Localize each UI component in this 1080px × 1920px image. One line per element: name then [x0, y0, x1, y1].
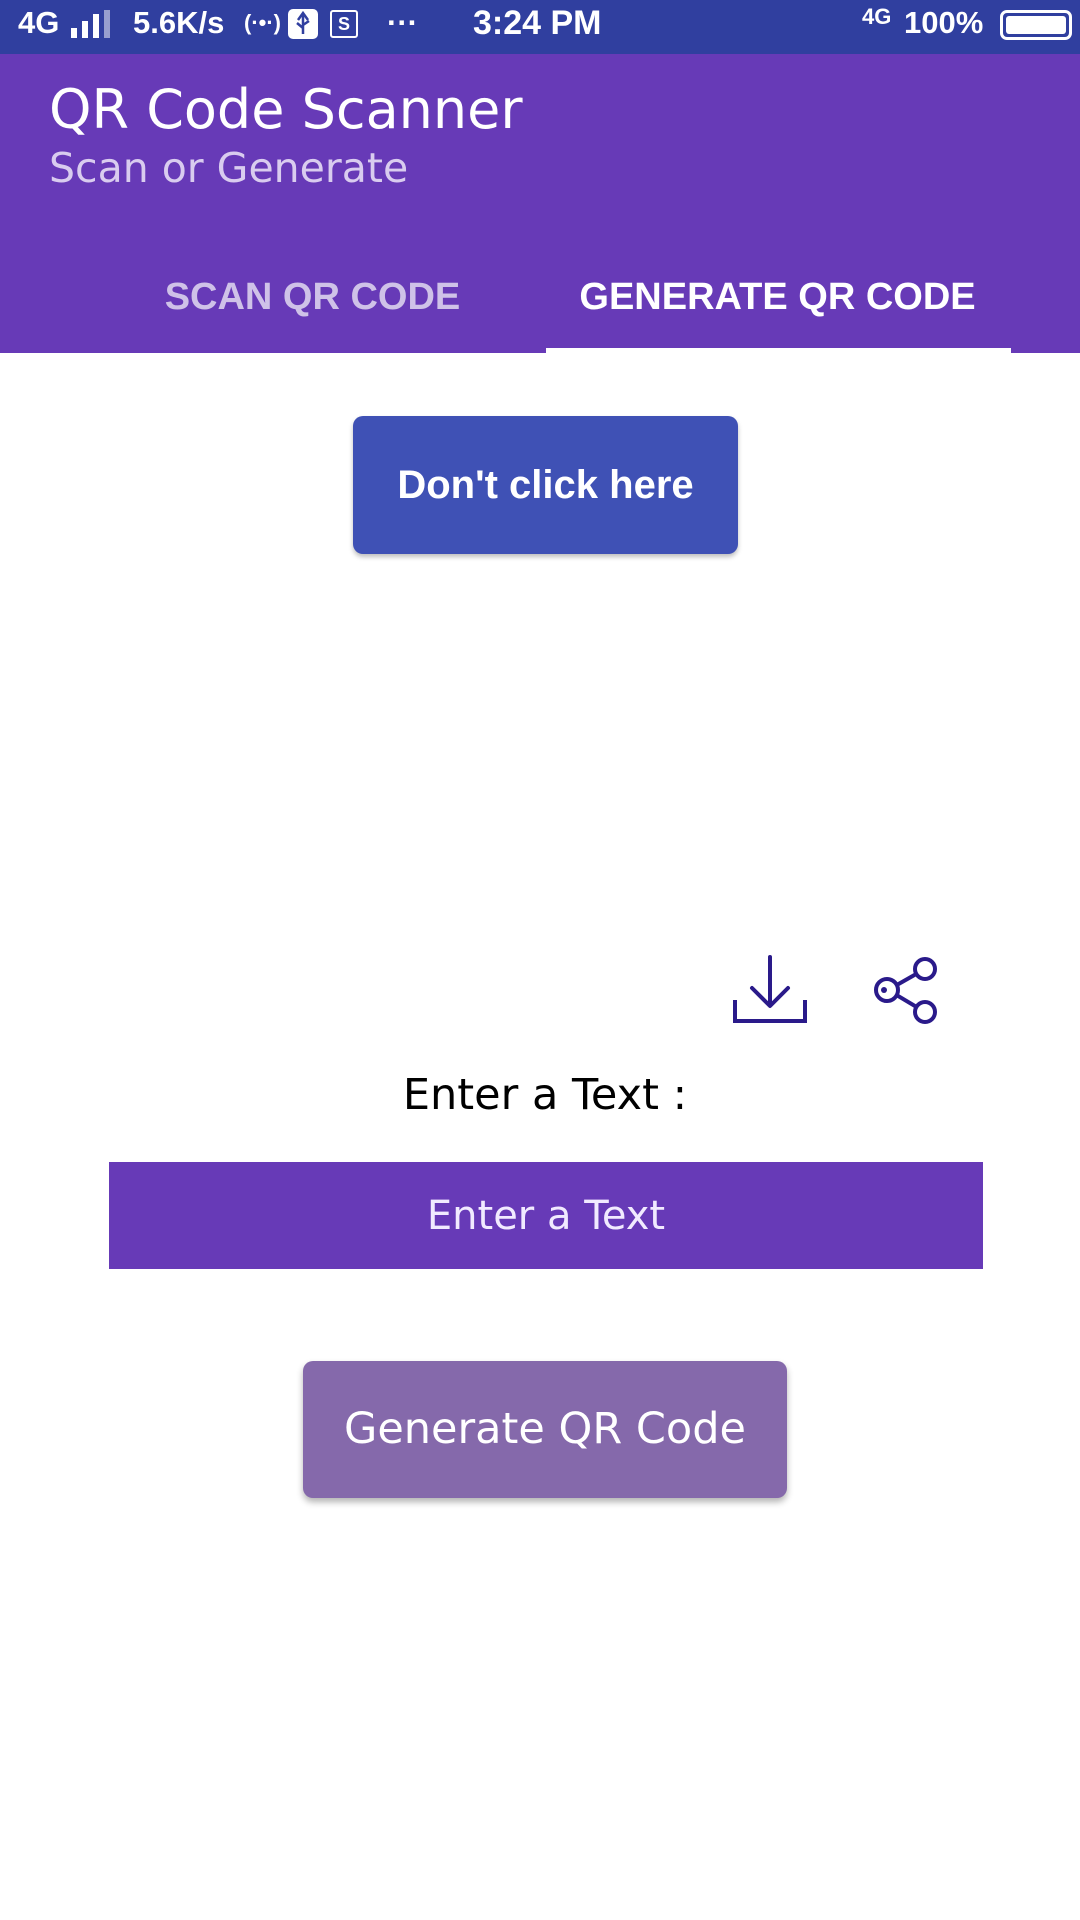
signal-icon [71, 10, 117, 38]
network-speed: 5.6K/s [133, 5, 225, 40]
app-bar: QR Code Scanner Scan or Generate SCAN QR… [0, 54, 1080, 354]
status-bar: 4G 5.6K/s (·•·) S ··· 3:24 PM 4G 100% [0, 0, 1080, 54]
selected-tab-indicator [546, 348, 1011, 354]
generate-qr-code-button[interactable]: Generate QR Code [303, 1361, 787, 1498]
hotspot-icon: (·•·) [244, 10, 282, 35]
screenshot-icon: S [330, 0, 358, 54]
clock: 3:24 PM [473, 4, 602, 42]
battery-percent: 100% [904, 5, 984, 40]
download-icon[interactable] [725, 945, 815, 1035]
enter-text-label: Enter a Text : [402, 1070, 688, 1120]
app-subtitle: Scan or Generate [49, 144, 409, 192]
network-type-right: 4G [862, 4, 892, 29]
app-title: QR Code Scanner [49, 78, 523, 141]
tab-generate-qr-code[interactable]: GENERATE QR CODE [545, 254, 1010, 353]
tab-scan-qr-code[interactable]: SCAN QR CODE [80, 254, 545, 353]
screen: 4G 5.6K/s (·•·) S ··· 3:24 PM 4G 100% QR… [0, 0, 1080, 1920]
text-input-field[interactable] [109, 1162, 983, 1269]
dont-click-button[interactable]: Don't click here [353, 416, 738, 554]
share-icon[interactable] [860, 945, 950, 1035]
usb-icon [287, 0, 319, 54]
more-notifications: ··· [387, 5, 418, 40]
network-type: 4G [18, 5, 60, 40]
battery-icon [1000, 10, 1072, 40]
